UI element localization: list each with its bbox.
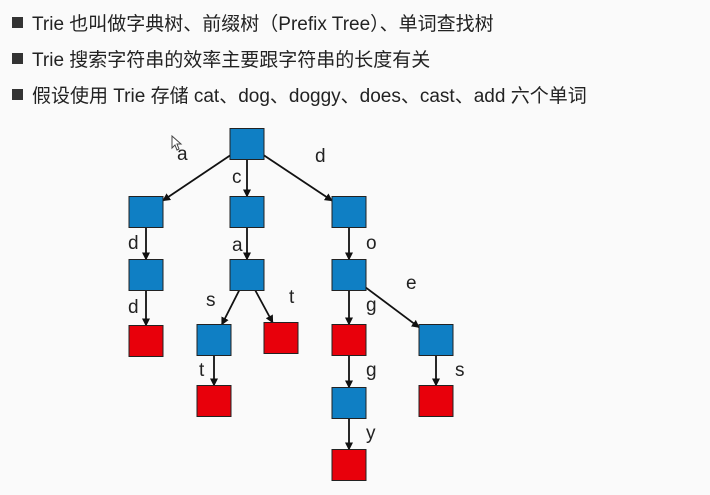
- trie-word-end-node-add: [128, 325, 164, 357]
- trie-edge-root-a: [162, 154, 231, 202]
- trie-word-end-node-cast: [196, 385, 232, 417]
- trie-edge-label: d: [128, 297, 139, 318]
- trie-edge-label: t: [289, 287, 295, 308]
- trie-node-ca: [229, 259, 265, 291]
- trie-edge-label: t: [199, 360, 205, 381]
- trie-node-do: [331, 259, 367, 291]
- mouse-cursor-icon: [171, 135, 183, 151]
- trie-edge-label: s: [206, 290, 216, 311]
- trie-node-root: [229, 128, 265, 160]
- trie-node-a: [128, 196, 164, 228]
- trie-edge-label: o: [366, 233, 377, 254]
- trie-node-ad: [128, 259, 164, 291]
- trie-word-end-node-cat: [263, 322, 299, 354]
- trie-edge-label: a: [232, 235, 243, 256]
- trie-node-d: [331, 196, 367, 228]
- trie-edge-labels: acdddas ttogegys: [128, 144, 465, 444]
- trie-word-end-node-dog: [331, 324, 367, 356]
- trie-word-end-node-does: [418, 385, 454, 417]
- trie-edge-label: d: [128, 233, 139, 254]
- trie-edge-label: s: [455, 360, 465, 381]
- trie-diagram: acdddas ttogegys: [128, 128, 465, 481]
- trie-edge-label: d: [315, 146, 326, 167]
- trie-node-doe: [418, 324, 454, 356]
- trie-word-end-node-doggy: [331, 449, 367, 481]
- trie-edge-label: e: [406, 273, 417, 294]
- trie-node-cas: [196, 324, 232, 356]
- trie-edge-label: g: [366, 360, 377, 381]
- trie-node-dogg: [331, 387, 367, 419]
- trie-edge-ca-cas: [221, 290, 240, 326]
- trie-edge-ca-cat: [254, 290, 274, 324]
- trie-node-c: [229, 196, 265, 228]
- trie-edge-label: c: [232, 167, 242, 188]
- trie-edge-label: y: [366, 423, 376, 444]
- trie-edge-label: g: [366, 295, 377, 316]
